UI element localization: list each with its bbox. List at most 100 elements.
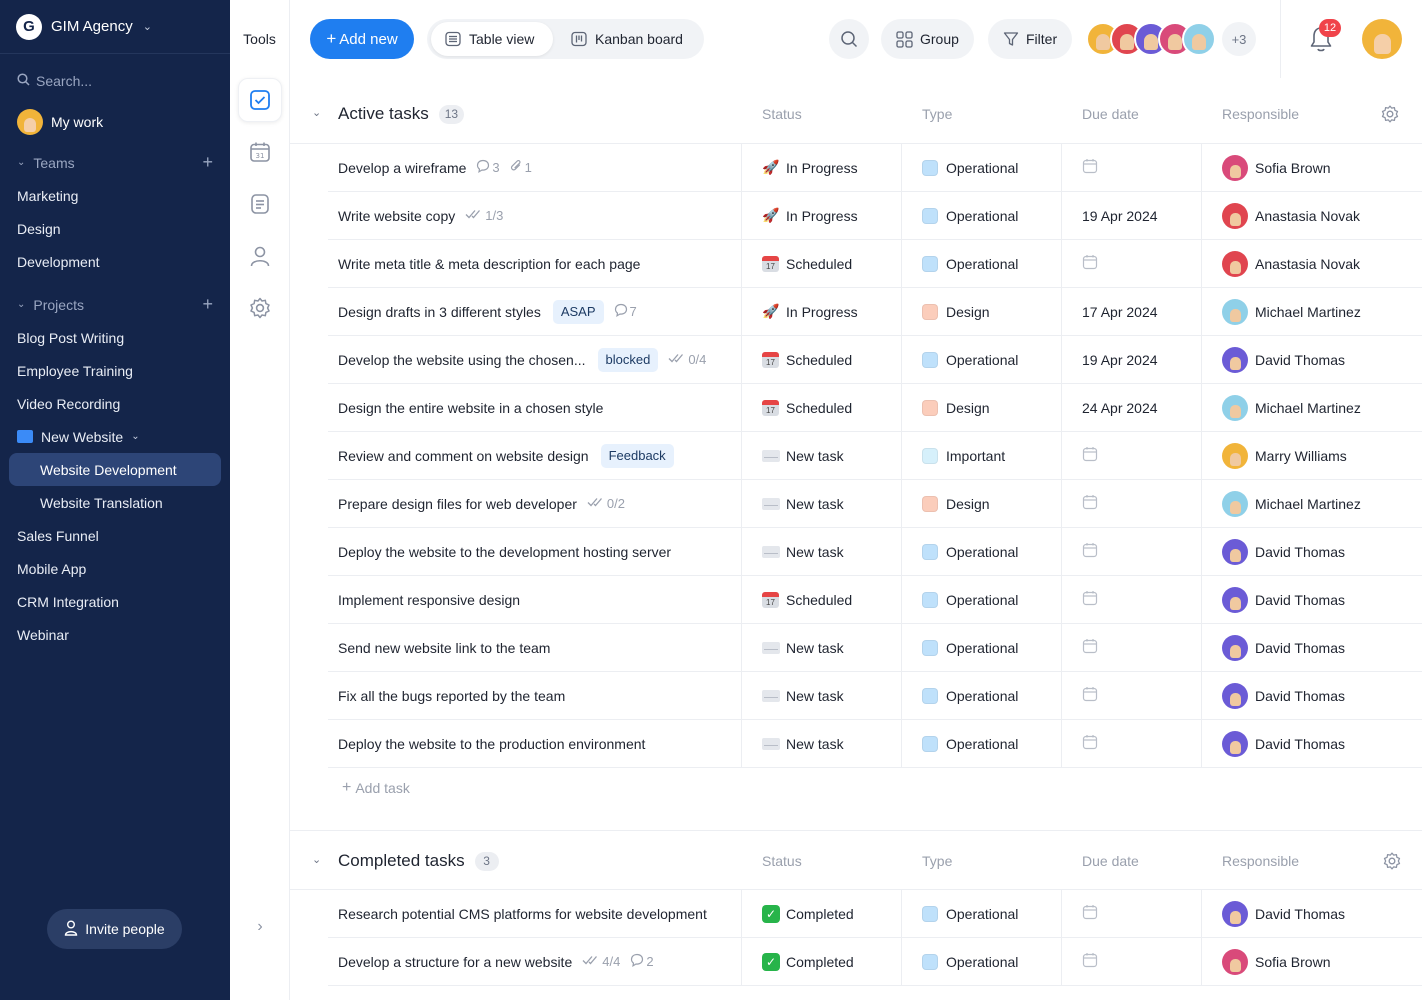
status-cell[interactable]: Scheduled [742, 384, 902, 432]
due-date-cell[interactable]: 19 Apr 2024 [1062, 336, 1202, 384]
responsible-cell[interactable]: David Thomas [1202, 890, 1422, 938]
status-cell[interactable]: New task [742, 528, 902, 576]
gear-icon[interactable] [1382, 851, 1402, 871]
task-name-cell[interactable]: Develop a structure for a new website 4/4… [328, 938, 742, 986]
status-cell[interactable]: New task [742, 720, 902, 768]
status-cell[interactable]: Scheduled [742, 240, 902, 288]
task-tag[interactable]: blocked [597, 347, 659, 372]
status-cell[interactable]: 🚀 In Progress [742, 192, 902, 240]
more-members-count[interactable]: +3 [1222, 22, 1256, 56]
status-cell[interactable]: ✓ Completed [742, 890, 902, 938]
tab-kanban-board[interactable]: Kanban board [557, 22, 699, 56]
section-title[interactable]: Active tasks 13 [338, 84, 465, 144]
type-cell[interactable]: Operational [902, 528, 1062, 576]
sidebar-section-teams[interactable]: ⌄ Teams + [0, 146, 230, 179]
due-date-cell[interactable] [1062, 938, 1202, 986]
task-name-cell[interactable]: Send new website link to the team [328, 624, 742, 672]
column-header-due-date[interactable]: Due date [1082, 84, 1139, 144]
column-header-due-date[interactable]: Due date [1082, 831, 1139, 891]
due-date-cell[interactable] [1062, 432, 1202, 480]
due-date-cell[interactable] [1062, 672, 1202, 720]
due-date-cell[interactable] [1062, 890, 1202, 938]
table-row[interactable]: Develop the website using the chosen... b… [290, 336, 1422, 384]
type-cell[interactable]: Operational [902, 576, 1062, 624]
sidebar-item-webinar[interactable]: Webinar [0, 618, 230, 651]
task-name-cell[interactable]: Develop the website using the chosen... b… [328, 336, 742, 384]
responsible-cell[interactable]: Sofia Brown [1202, 938, 1422, 986]
team-members[interactable]: +3 [1086, 19, 1256, 59]
type-cell[interactable]: Operational [902, 192, 1062, 240]
chevron-down-icon[interactable]: ⌄ [312, 853, 321, 866]
tab-table-view[interactable]: Table view [431, 22, 553, 56]
table-row[interactable]: Design the entire website in a chosen st… [290, 384, 1422, 432]
task-name-cell[interactable]: Prepare design files for web developer 0/… [328, 480, 742, 528]
due-date-cell[interactable] [1062, 720, 1202, 768]
table-row[interactable]: Send new website link to the team New ta… [290, 624, 1422, 672]
type-cell[interactable]: Operational [902, 240, 1062, 288]
type-cell[interactable]: Design [902, 480, 1062, 528]
table-row[interactable]: Fix all the bugs reported by the team Ne… [290, 672, 1422, 720]
due-date-cell[interactable]: 24 Apr 2024 [1062, 384, 1202, 432]
responsible-cell[interactable]: David Thomas [1202, 576, 1422, 624]
type-cell[interactable]: Operational [902, 890, 1062, 938]
sidebar-search[interactable]: Search... [0, 54, 230, 108]
responsible-cell[interactable]: Michael Martinez [1202, 288, 1422, 336]
task-name-cell[interactable]: Write meta title & meta description for … [328, 240, 742, 288]
task-name-cell[interactable]: Research potential CMS platforms for web… [328, 890, 742, 938]
responsible-cell[interactable]: David Thomas [1202, 336, 1422, 384]
sidebar-folder-new-website[interactable]: New Website ⌄ [0, 420, 230, 453]
status-cell[interactable]: Scheduled [742, 576, 902, 624]
invite-people-button[interactable]: Invite people [47, 909, 182, 949]
user-avatar[interactable] [1362, 19, 1402, 59]
task-name-cell[interactable]: Deploy the website to the development ho… [328, 528, 742, 576]
tool-settings[interactable] [238, 286, 282, 330]
responsible-cell[interactable]: David Thomas [1202, 624, 1422, 672]
due-date-cell[interactable] [1062, 576, 1202, 624]
responsible-cell[interactable]: Michael Martinez [1202, 384, 1422, 432]
type-cell[interactable]: Operational [902, 938, 1062, 986]
table-row[interactable]: Write meta title & meta description for … [290, 240, 1422, 288]
task-tag[interactable]: Feedback [600, 443, 674, 468]
status-cell[interactable]: 🚀 In Progress [742, 288, 902, 336]
responsible-cell[interactable]: David Thomas [1202, 672, 1422, 720]
responsible-cell[interactable]: Anastasia Novak [1202, 192, 1422, 240]
section-title[interactable]: Completed tasks 3 [338, 831, 499, 891]
group-button[interactable]: Group [881, 19, 974, 59]
column-header-status[interactable]: Status [762, 831, 802, 891]
type-cell[interactable]: Important [902, 432, 1062, 480]
type-cell[interactable]: Operational [902, 672, 1062, 720]
due-date-cell[interactable] [1062, 480, 1202, 528]
search-button[interactable] [829, 19, 869, 59]
tool-people[interactable] [238, 234, 282, 278]
gear-icon[interactable] [1380, 104, 1400, 124]
sidebar-item-marketing[interactable]: Marketing [0, 179, 230, 212]
table-row[interactable]: Research potential CMS platforms for web… [290, 890, 1422, 938]
type-cell[interactable]: Operational [902, 624, 1062, 672]
type-cell[interactable]: Design [902, 384, 1062, 432]
add-new-button[interactable]: + Add new [310, 19, 414, 59]
task-name-cell[interactable]: Fix all the bugs reported by the team [328, 672, 742, 720]
sidebar-item-my-work[interactable]: My work [0, 108, 230, 136]
task-tag[interactable]: ASAP [552, 299, 604, 324]
status-cell[interactable]: New task [742, 432, 902, 480]
add-team-icon[interactable]: + [202, 152, 213, 173]
table-row[interactable]: Deploy the website to the development ho… [290, 528, 1422, 576]
task-name-cell[interactable]: Implement responsive design [328, 576, 742, 624]
status-cell[interactable]: New task [742, 624, 902, 672]
type-cell[interactable]: Design [902, 288, 1062, 336]
add-project-icon[interactable]: + [202, 294, 213, 315]
due-date-cell[interactable] [1062, 528, 1202, 576]
table-row[interactable]: Deploy the website to the production env… [290, 720, 1422, 768]
chevron-right-icon[interactable]: › [230, 918, 290, 936]
task-name-cell[interactable]: Deploy the website to the production env… [328, 720, 742, 768]
sidebar-item-video-recording[interactable]: Video Recording [0, 387, 230, 420]
table-row[interactable]: Design drafts in 3 different styles ASAP 7… [290, 288, 1422, 336]
task-name-cell[interactable]: Review and comment on website design Feed… [328, 432, 742, 480]
table-row[interactable]: Write website copy 1/3 🚀 In Progress Opera… [290, 192, 1422, 240]
responsible-cell[interactable]: Sofia Brown [1202, 144, 1422, 192]
sidebar-item-employee-training[interactable]: Employee Training [0, 354, 230, 387]
type-cell[interactable]: Operational [902, 144, 1062, 192]
responsible-cell[interactable]: Anastasia Novak [1202, 240, 1422, 288]
table-row[interactable]: Prepare design files for web developer 0/… [290, 480, 1422, 528]
status-cell[interactable]: New task [742, 480, 902, 528]
